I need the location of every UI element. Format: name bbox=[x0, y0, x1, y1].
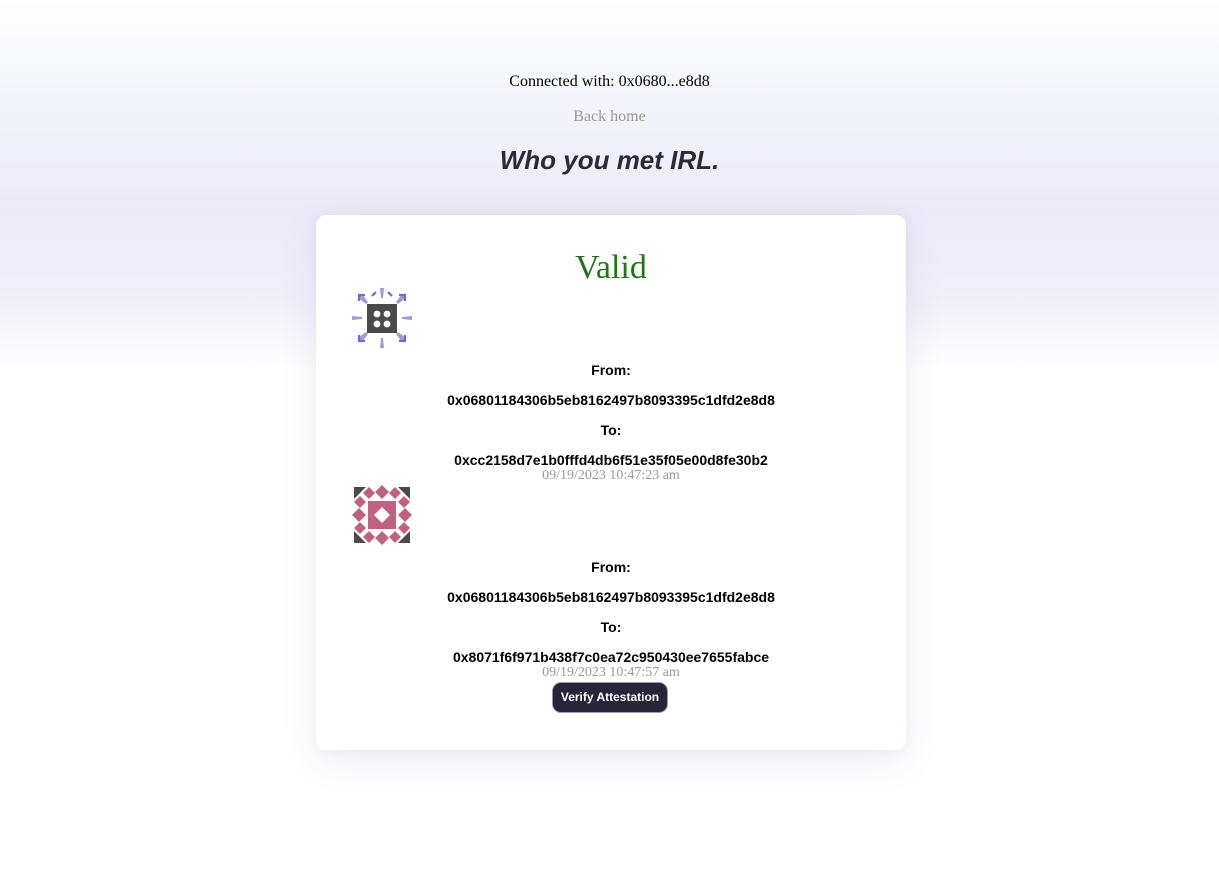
from-address: 0x06801184306b5eb8162497b8093395c1dfd2e8… bbox=[447, 589, 775, 605]
to-label: To: bbox=[600, 422, 622, 438]
back-home-link[interactable]: Back home bbox=[0, 107, 1219, 127]
from-label: From: bbox=[591, 559, 631, 575]
connected-label: Connected with: 0x0680...e8d8 bbox=[509, 73, 710, 90]
attestation-timestamp: 09/19/2023 10:47:57 am bbox=[542, 665, 680, 680]
verify-attestation-button[interactable]: Verify Attestation bbox=[552, 682, 668, 713]
attestation-card: Valid From: 0x06801184306b5eb8162497b809… bbox=[316, 215, 906, 750]
to-address: 0x8071f6f971b438f7c0ea72c950430ee7655fab… bbox=[452, 649, 770, 665]
page-title: Who you met IRL. bbox=[499, 145, 720, 175]
identicon-avatar-icon bbox=[352, 485, 412, 545]
to-address: 0xcc2158d7e1b0fffd4db6f51e35f05e00d8fe30… bbox=[454, 452, 768, 468]
attestation-timestamp: 09/19/2023 10:47:23 am bbox=[542, 468, 680, 483]
from-label: From: bbox=[591, 362, 631, 378]
validity-status: Valid bbox=[575, 249, 647, 286]
from-address: 0x06801184306b5eb8162497b8093395c1dfd2e8… bbox=[447, 392, 775, 408]
to-label: To: bbox=[600, 619, 622, 635]
identicon-avatar-icon bbox=[352, 288, 412, 348]
